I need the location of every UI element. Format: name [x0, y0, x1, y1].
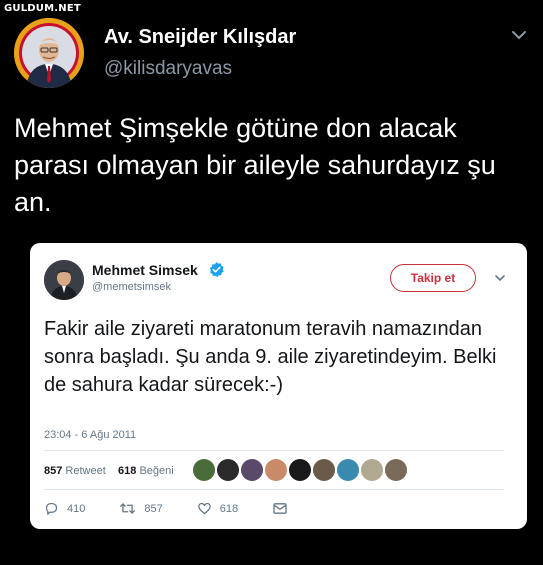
retweet-icon — [120, 502, 136, 515]
quoted-tweet-text: Fakir aile ziyareti maratonum teravih na… — [44, 318, 497, 396]
heart-icon — [197, 502, 211, 515]
liker-avatar[interactable] — [241, 459, 263, 481]
divider — [44, 450, 504, 451]
quoted-author-name[interactable]: Mehmet Simsek — [92, 262, 198, 278]
like-count[interactable]: 618 — [118, 465, 136, 477]
action-bar: 410 857 618 — [44, 501, 330, 516]
follow-button[interactable]: Takip et — [390, 264, 476, 292]
user-portrait-icon — [44, 260, 84, 300]
retweet-count[interactable]: 857 — [44, 465, 62, 477]
quoted-tweet-card[interactable]: Mehmet Simsek @memetsimsek Takip et Faki… — [30, 243, 527, 529]
message-button[interactable] — [272, 501, 296, 516]
watermark: GULDUM.NET — [4, 3, 81, 14]
like-button[interactable]: 618 — [197, 501, 238, 516]
envelope-icon — [273, 503, 287, 514]
liker-avatar[interactable] — [217, 459, 239, 481]
liker-avatar[interactable] — [337, 459, 359, 481]
like-action-count: 618 — [219, 502, 239, 515]
reply-button[interactable]: 410 — [44, 501, 85, 516]
divider — [44, 489, 504, 490]
liker-avatar[interactable] — [385, 459, 407, 481]
verified-badge-icon — [209, 262, 224, 277]
chevron-down-icon[interactable] — [494, 273, 506, 283]
retweet-label[interactable]: Retweet — [65, 465, 105, 477]
reply-count: 410 — [67, 502, 86, 515]
liker-avatar[interactable] — [313, 459, 335, 481]
user-portrait-icon — [14, 18, 84, 88]
retweet-action-count: 857 — [144, 502, 163, 515]
reply-icon — [45, 502, 58, 515]
author-handle[interactable]: @kilisdaryavas — [104, 58, 232, 80]
liker-avatar[interactable] — [193, 459, 215, 481]
quoted-author-avatar[interactable] — [44, 260, 84, 300]
author-avatar[interactable] — [14, 18, 84, 88]
retweet-button[interactable]: 857 — [119, 501, 163, 516]
author-name[interactable]: Av. Sneijder Kılışdar — [104, 26, 296, 49]
liker-avatar[interactable] — [361, 459, 383, 481]
tweet-text: Mehmet Şimşekle götüne don alacak parası… — [14, 113, 496, 217]
engagement-stats: 857 Retweet 618 Beğeni — [44, 465, 174, 477]
likers-avatars — [193, 459, 409, 483]
liker-avatar[interactable] — [265, 459, 287, 481]
like-label[interactable]: Beğeni — [139, 465, 173, 477]
quoted-timestamp[interactable]: 23:04 - 6 Ağu 2011 — [44, 429, 136, 441]
quoted-author-handle[interactable]: @memetsimsek — [92, 281, 171, 293]
chevron-down-icon[interactable] — [510, 28, 528, 42]
liker-avatar[interactable] — [289, 459, 311, 481]
